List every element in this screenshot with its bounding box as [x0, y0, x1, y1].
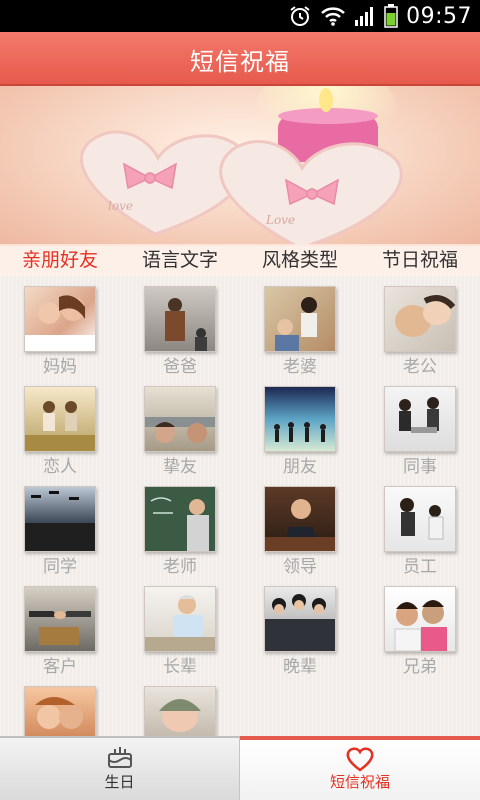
grid-item-label: 同学 [43, 557, 77, 577]
tab-style[interactable]: 风格类型 [240, 244, 360, 276]
grid-item-client[interactable]: 客户 [0, 576, 120, 677]
grid-item-close-friend[interactable]: 挚友 [120, 376, 240, 477]
grid-item-label: 朋友 [283, 457, 317, 477]
baby-photo [144, 686, 216, 736]
svg-text:love: love [108, 199, 133, 213]
status-time: 09:57 [406, 3, 472, 29]
friend-photo [264, 386, 336, 452]
status-icons: 09:57 [288, 0, 472, 32]
tab-holiday[interactable]: 节日祝福 [360, 244, 480, 276]
wifi-icon [321, 7, 345, 26]
tab-language[interactable]: 语言文字 [120, 244, 240, 276]
junior-photo [264, 586, 336, 652]
brother-photo [384, 586, 456, 652]
grid-item-teacher[interactable]: 老师 [120, 476, 240, 577]
grid-item-label: 领导 [283, 557, 317, 577]
grid-item-label: 员工 [403, 557, 437, 577]
grid-item-label: 恋人 [43, 457, 77, 477]
grid-item-lover[interactable]: 恋人 [0, 376, 120, 477]
couple-photo [24, 686, 96, 736]
grid-item-label: 爸爸 [163, 357, 197, 377]
colleague-photo [384, 386, 456, 452]
grid-item-label: 客户 [43, 657, 77, 677]
tab-friends-family[interactable]: 亲朋好友 [0, 244, 120, 276]
employee-photo [384, 486, 456, 552]
grid-item-elder[interactable]: 长辈 [120, 576, 240, 677]
grid-item-label: 晚辈 [283, 657, 317, 677]
nav-birthday-label: 生日 [104, 773, 135, 791]
grid-item-husband[interactable]: 老公 [360, 276, 480, 377]
client-photo [24, 586, 96, 652]
teacher-photo [144, 486, 216, 552]
grid-item-baby[interactable] [120, 676, 240, 736]
grid-item-classmate[interactable]: 同学 [0, 476, 120, 577]
classmate-photo [24, 486, 96, 552]
grid-item-wife[interactable]: 老婆 [240, 276, 360, 377]
nav-sms-greetings-label: 短信祝福 [329, 773, 390, 791]
title-bar: 短信祝福 [0, 32, 480, 86]
nav-sms-greetings-button[interactable]: 短信祝福 [240, 736, 480, 800]
elder-photo [144, 586, 216, 652]
bottom-navigation: 生日 短信祝福 [0, 736, 480, 800]
grid-item-label: 长辈 [163, 657, 197, 677]
battery-icon [384, 4, 398, 28]
grid-item-father[interactable]: 爸爸 [120, 276, 240, 377]
grid-item-employee[interactable]: 员工 [360, 476, 480, 577]
status-bar: 09:57 [0, 0, 480, 32]
heart-icon [346, 747, 374, 772]
grid-item-label: 老公 [403, 357, 437, 377]
wife-photo [264, 286, 336, 352]
mother-photo [24, 286, 96, 352]
lover-photo [24, 386, 96, 452]
page-title: 短信祝福 [190, 48, 290, 76]
grid-item-label: 兄弟 [403, 657, 437, 677]
signal-icon [355, 7, 374, 26]
grid-item-label: 老婆 [283, 357, 317, 377]
banner-image: love Love [0, 86, 480, 246]
alarm-icon [290, 6, 310, 26]
husband-photo [384, 286, 456, 352]
nav-birthday-button[interactable]: 生日 [0, 736, 240, 800]
grid-item-mother[interactable]: 妈妈 [0, 276, 120, 377]
contact-grid: 妈妈 爸爸 老婆 老公 恋人 挚友 朋友 同事 同学 老师 领导 员工 客户 长… [0, 276, 480, 736]
father-photo [144, 286, 216, 352]
grid-item-friend[interactable]: 朋友 [240, 376, 360, 477]
grid-item-colleague[interactable]: 同事 [360, 376, 480, 477]
grid-item-couple[interactable] [0, 676, 120, 736]
birthday-cake-icon [107, 747, 132, 768]
grid-item-label: 老师 [163, 557, 197, 577]
leader-photo [264, 486, 336, 552]
grid-item-label: 妈妈 [43, 357, 77, 377]
close-friend-photo [144, 386, 216, 452]
category-tabs: 亲朋好友 语言文字 风格类型 节日祝福 [0, 244, 480, 276]
svg-text:Love: Love [265, 213, 295, 227]
grid-item-leader[interactable]: 领导 [240, 476, 360, 577]
grid-item-junior[interactable]: 晚辈 [240, 576, 360, 677]
grid-item-label: 同事 [403, 457, 437, 477]
grid-item-label: 挚友 [163, 457, 197, 477]
grid-item-brother[interactable]: 兄弟 [360, 576, 480, 677]
hearts-candle-illustration: love Love [80, 86, 403, 246]
